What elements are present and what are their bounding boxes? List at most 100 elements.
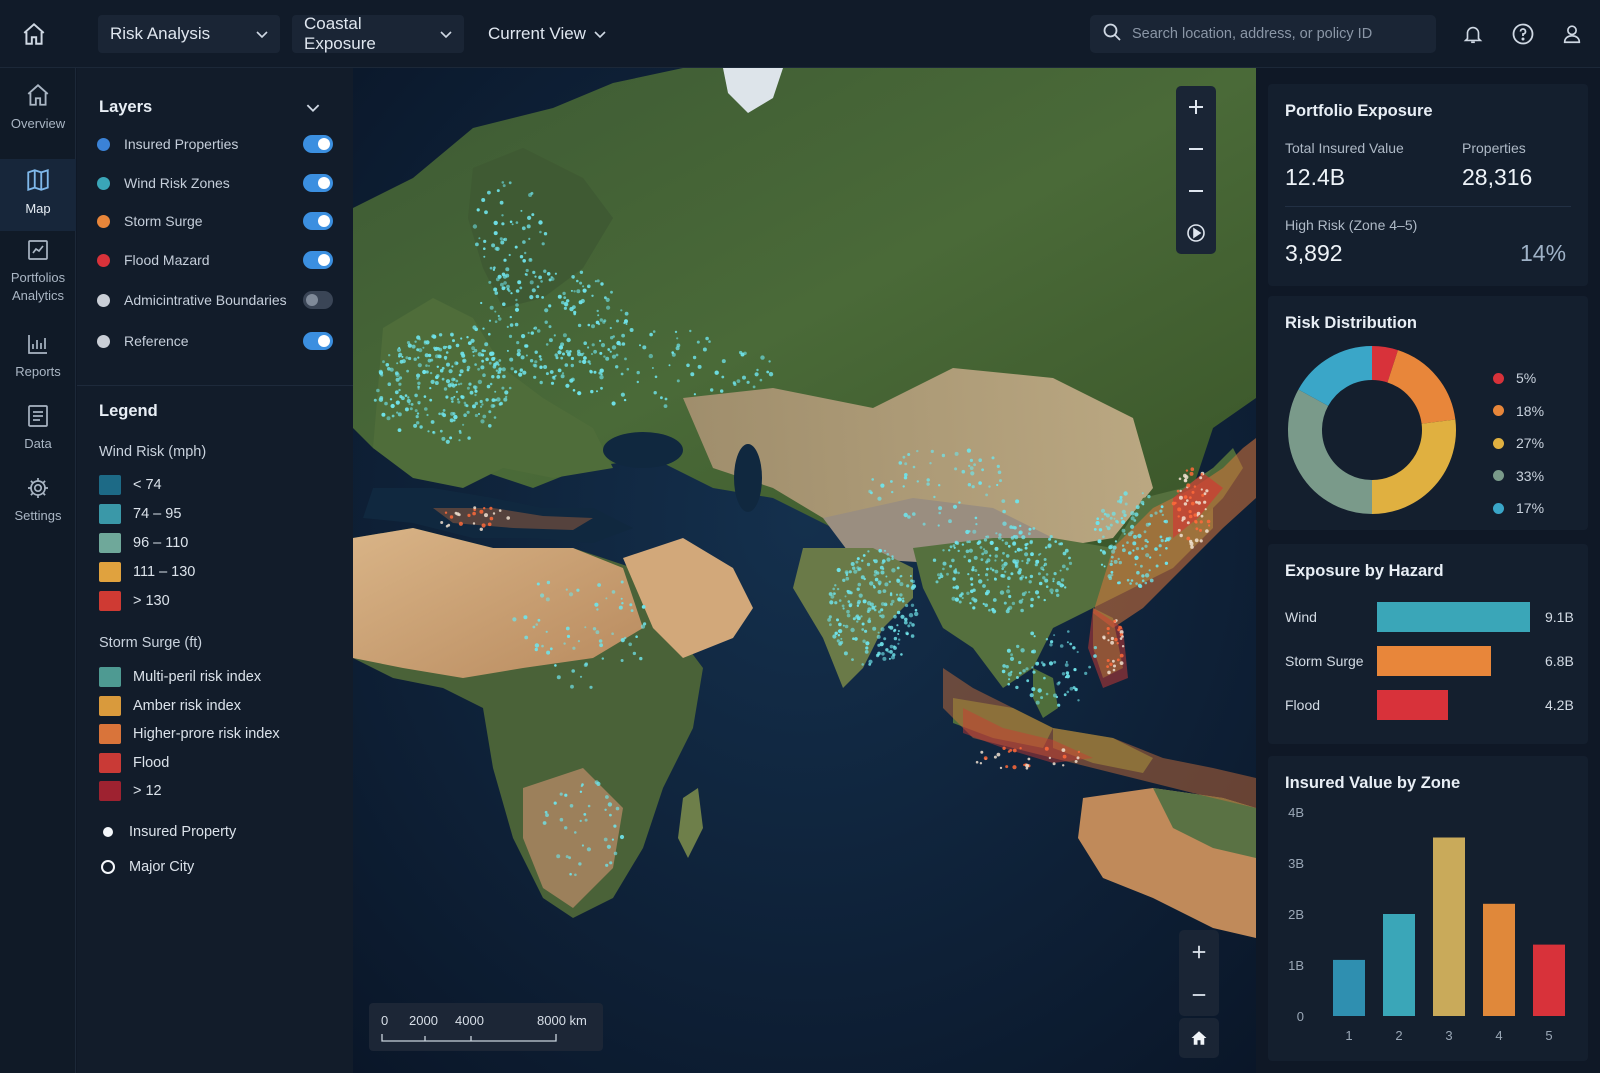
help-icon[interactable]: [1508, 19, 1538, 49]
property-dot: [958, 594, 963, 598]
property-dot: [632, 651, 637, 656]
zoom-out-button[interactable]: [1176, 170, 1216, 212]
zoom-in-button[interactable]: [1179, 930, 1219, 973]
property-dot: [861, 628, 865, 631]
layer-toggle[interactable]: [303, 135, 333, 153]
property-dot: [583, 813, 587, 816]
property-dot: [1121, 520, 1126, 525]
property-dot: [985, 493, 988, 497]
map-home-button[interactable]: [1179, 1018, 1219, 1058]
property-dot: [1053, 660, 1057, 664]
nav-item-overview[interactable]: Overview: [0, 82, 76, 146]
nav-item-data[interactable]: Data: [0, 404, 76, 468]
property-dot: [620, 309, 623, 312]
property-dot: [410, 403, 414, 406]
property-dot: [1137, 583, 1142, 588]
property-dot: [754, 372, 759, 377]
property-dot: [473, 506, 477, 510]
property-dot: [417, 363, 422, 368]
property-dot: [450, 396, 454, 401]
property-dot: [1010, 572, 1014, 576]
property-dot: [970, 471, 975, 476]
property-dot: [968, 464, 971, 468]
property-dot: [896, 578, 900, 582]
nav-item-map[interactable]: Map: [0, 159, 76, 231]
property-dot: [545, 813, 549, 817]
analysis-dropdown[interactable]: Risk Analysis: [98, 15, 280, 53]
property-dot: [867, 550, 870, 553]
right-panel: Portfolio Exposure Total Insured Value 1…: [1256, 68, 1600, 1073]
property-dot: [909, 575, 912, 577]
property-dot: [571, 669, 575, 673]
property-dot: [1044, 578, 1049, 583]
view-dropdown[interactable]: Current View: [478, 15, 618, 53]
chevron-down-icon[interactable]: [306, 100, 320, 118]
property-dot: [844, 570, 849, 574]
property-dot: [576, 588, 580, 592]
legend-insured-property: Insured Property: [99, 820, 236, 844]
zoom-out-button[interactable]: [1176, 128, 1216, 170]
bell-icon[interactable]: [1458, 19, 1488, 49]
legend-swatch: [99, 475, 121, 495]
property-dot: [587, 346, 590, 349]
property-dot: [838, 599, 842, 602]
property-dot: [1001, 574, 1006, 578]
hazard-value: 9.1B: [1545, 609, 1574, 625]
property-dot: [578, 862, 582, 866]
nav-item-reports[interactable]: Reports: [0, 332, 76, 396]
property-dot: [516, 352, 521, 357]
home-icon[interactable]: [14, 16, 54, 52]
zoom-out-button[interactable]: [1179, 973, 1219, 1016]
property-dot: [496, 189, 500, 193]
property-dot: [498, 509, 502, 512]
property-dot: [768, 360, 771, 363]
risk-legend-dot: [1493, 502, 1504, 514]
nav-item-settings[interactable]: Settings: [0, 476, 76, 540]
property-dot: [1146, 540, 1149, 544]
property-dot: [874, 577, 879, 582]
property-dot: [628, 642, 632, 647]
zoom-in-button[interactable]: [1176, 86, 1216, 128]
property-dot: [620, 372, 624, 376]
property-dot: [870, 491, 873, 495]
property-dot: [570, 684, 574, 689]
property-dot: [1113, 664, 1116, 668]
layer-toggle[interactable]: [303, 332, 333, 350]
property-dot: [1205, 489, 1209, 493]
property-dot: [484, 342, 489, 347]
property-dot: [907, 453, 911, 456]
property-dot: [598, 639, 603, 643]
property-dot: [599, 643, 603, 648]
property-dot: [519, 286, 523, 290]
search-input[interactable]: [1132, 26, 1422, 42]
layer-toggle[interactable]: [303, 174, 333, 192]
compass-icon[interactable]: [1176, 212, 1216, 254]
property-dot: [1043, 558, 1047, 561]
property-dot: [1200, 514, 1204, 518]
property-dot: [914, 608, 918, 612]
property-dot: [846, 613, 851, 618]
user-icon[interactable]: [1557, 19, 1587, 49]
property-dot: [510, 292, 513, 295]
property-dot: [1181, 519, 1184, 522]
property-dot: [554, 353, 558, 357]
nav-item-portfolios[interactable]: Portfolios Analytics: [0, 238, 76, 318]
high-risk-percent: 14%: [1520, 240, 1567, 266]
layer-toggle[interactable]: [303, 212, 333, 230]
property-dot: [982, 584, 986, 588]
layer-toggle[interactable]: [303, 251, 333, 269]
property-dot: [636, 380, 639, 384]
property-dot: [1130, 579, 1134, 582]
property-dot: [893, 614, 897, 619]
property-dot: [556, 854, 561, 859]
property-dot: [986, 535, 990, 539]
layer-toggle[interactable]: [303, 291, 333, 309]
property-dot: [862, 639, 866, 643]
hazard-row: Wind 9.1B: [1285, 602, 1575, 632]
property-dot: [977, 573, 980, 576]
exposure-dropdown[interactable]: Coastal Exposure: [292, 14, 464, 53]
map-view[interactable]: 0 2000 4000 8000 km: [353, 68, 1256, 1073]
property-dot: [445, 345, 448, 348]
property-dot: [983, 549, 988, 555]
property-dot: [483, 255, 486, 258]
